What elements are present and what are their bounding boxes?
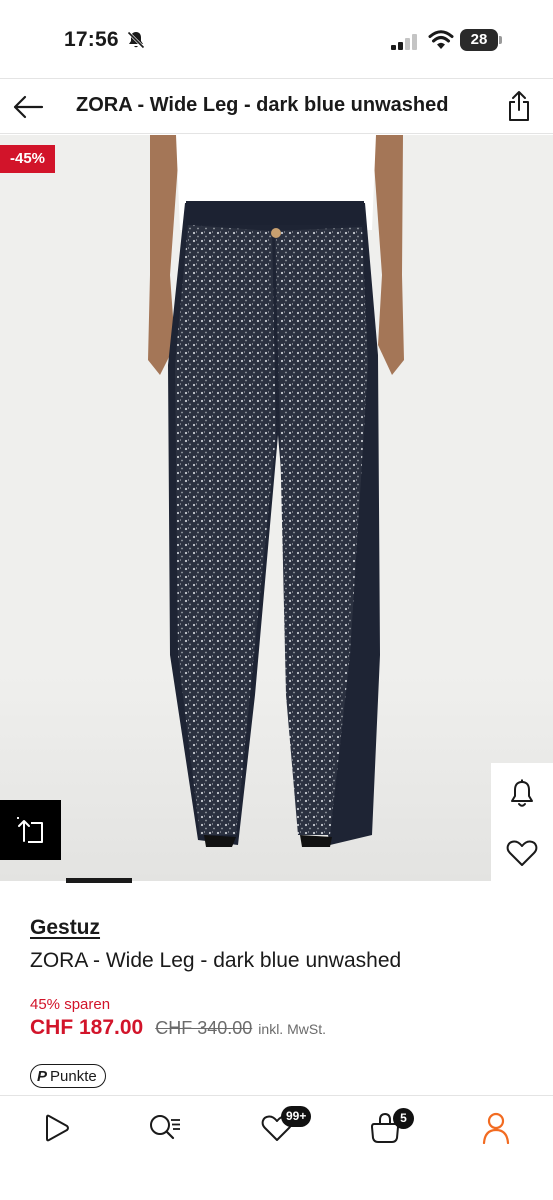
home-play-icon — [46, 1114, 69, 1142]
wishlist-count-badge: 99+ — [281, 1106, 312, 1127]
back-button[interactable] — [8, 89, 48, 125]
vat-note: inkl. MwSt. — [258, 1021, 326, 1037]
battery-tip — [499, 36, 502, 44]
battery-indicator: 28 — [460, 29, 502, 51]
price-row: CHF 187.00 CHF 340.00 inkl. MwSt. — [30, 1016, 326, 1040]
discount-badge: -45% — [0, 145, 56, 173]
search-icon — [150, 1115, 180, 1140]
share-icon — [509, 91, 529, 121]
product-name: ZORA - Wide Leg - dark blue unwashed — [30, 949, 402, 972]
add-to-wishlist-button[interactable] — [504, 835, 540, 871]
product-image[interactable] — [0, 135, 553, 881]
find-similar-button[interactable] — [0, 800, 61, 860]
brand-link[interactable]: Gestuz — [30, 916, 100, 940]
image-side-actions — [491, 763, 553, 883]
image-carousel-indicator — [66, 878, 132, 883]
share-button[interactable] — [503, 88, 535, 124]
similar-items-icon — [16, 817, 43, 843]
nav-wishlist[interactable]: 99+ — [255, 1106, 312, 1146]
heart-icon — [506, 840, 538, 866]
nav-home[interactable] — [34, 1110, 78, 1146]
points-label: Punkte — [50, 1067, 97, 1085]
nav-search[interactable] — [143, 1110, 187, 1146]
current-price: CHF 187.00 — [30, 1016, 144, 1039]
notify-button[interactable] — [504, 776, 540, 812]
bag-count-badge: 5 — [393, 1108, 414, 1129]
status-bar: 17:56 28 — [0, 0, 553, 78]
battery-level: 28 — [460, 29, 498, 51]
bottom-navigation: 99+ 5 — [0, 1095, 553, 1200]
cellular-signal-icon — [391, 34, 417, 50]
points-badge[interactable]: P Punkte — [30, 1064, 106, 1088]
original-price: CHF 340.00 — [155, 1018, 253, 1038]
bell-muted-icon — [127, 31, 145, 49]
profile-icon — [482, 1112, 510, 1144]
wifi-icon — [428, 30, 454, 49]
points-icon: P — [37, 1067, 48, 1085]
nav-bag[interactable]: 5 — [363, 1108, 414, 1146]
nav-profile[interactable] — [474, 1110, 518, 1146]
status-time: 17:56 — [64, 28, 119, 51]
bell-icon — [511, 779, 533, 807]
savings-label: 45% sparen — [30, 996, 111, 1013]
jeans-illustration — [0, 135, 553, 881]
back-arrow-icon — [13, 95, 44, 119]
top-header: ZORA - Wide Leg - dark blue unwashed — [0, 78, 553, 134]
header-title: ZORA - Wide Leg - dark blue unwashed — [76, 94, 449, 116]
